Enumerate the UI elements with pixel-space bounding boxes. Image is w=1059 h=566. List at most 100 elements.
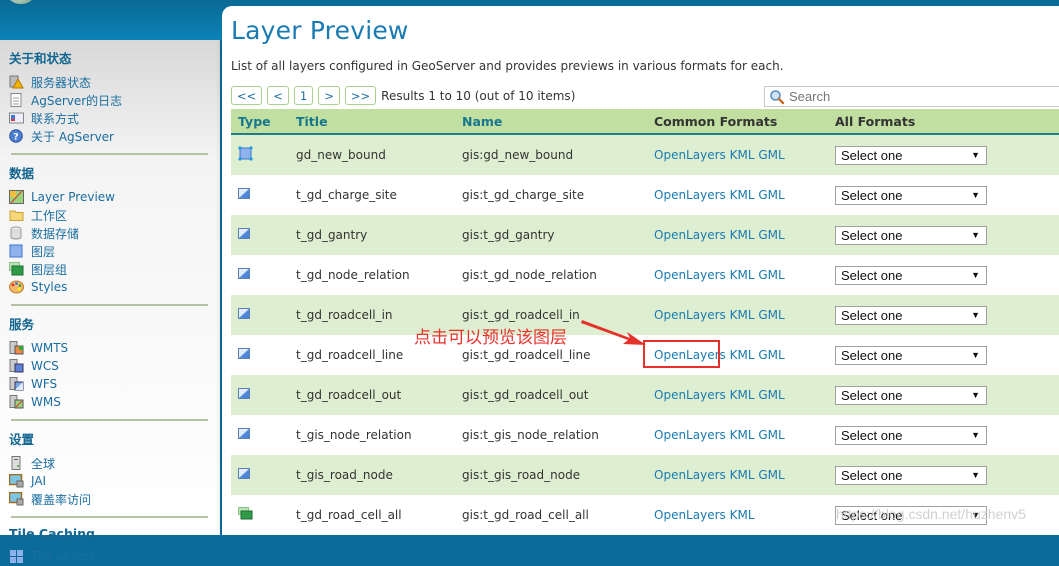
sidebar-item-wms[interactable]: WMS [9,393,210,411]
prev-page-button[interactable]: < [267,86,289,105]
layer-group-icon [238,507,253,520]
select-value: Select one [841,187,903,203]
type-cell [231,267,296,283]
select-value: Select one [841,347,903,363]
kml-link[interactable]: KML [730,308,755,322]
sidebar-item-label: 联系方式 [31,111,80,126]
page-1-button[interactable]: 1 [293,86,314,105]
openlayers-link[interactable]: OpenLayers [654,508,726,522]
openlayers-link[interactable]: OpenLayers [654,308,726,322]
table-row: gd_new_bound gis:gd_new_bound OpenLayers K… [231,135,1059,175]
search-input[interactable] [789,89,1039,104]
gml-link[interactable]: GML [758,308,784,322]
sidebar-item-label: 图层组 [31,262,68,277]
openlayers-link[interactable]: OpenLayers [654,468,726,482]
openlayers-link[interactable]: OpenLayers [654,268,726,282]
sidebar-item[interactable]: 图层组 [9,260,210,278]
sidebar-section-heading: Tile Caching [9,526,95,541]
sidebar-item[interactable]: 图层 [9,242,210,260]
all-formats-select[interactable]: Select one ▼ [835,345,987,365]
sidebar-item[interactable]: 数据存储 [9,224,210,242]
column-header-name[interactable]: Name [462,114,654,129]
sidebar-item-label: 覆盖率访问 [31,492,92,507]
column-header-type[interactable]: Type [231,114,296,129]
dropdown-arrow-icon: ▼ [971,150,980,160]
server-status-icon [9,75,24,89]
layer-title: t_gd_roadcell_out [296,388,402,402]
gml-link[interactable]: GML [758,228,784,242]
layer-title: t_gd_road_cell_all [296,508,402,522]
kml-link[interactable]: KML [730,508,755,522]
common-formats-cell: OpenLayers KML GML [654,308,835,322]
annotation-arrow-icon [581,320,646,345]
openlayers-link[interactable]: OpenLayers [654,388,726,402]
gml-link[interactable]: GML [758,268,784,282]
sidebar-item[interactable]: 全球 [9,454,210,472]
layer-name: gis:t_gis_road_node [462,468,581,482]
all-formats-select[interactable]: Select one ▼ [835,305,987,325]
sidebar-item-jai[interactable]: JAI [8,472,210,490]
sidebar-item-agserver[interactable]: AgServer的日志 [9,91,210,109]
kml-link[interactable]: KML [730,468,755,482]
kml-link[interactable]: KML [730,388,755,402]
geoserver-logo-icon[interactable] [8,0,34,4]
sidebar-item[interactable]: 服务器状态 [9,73,210,91]
first-page-button[interactable]: << [231,86,263,105]
kml-link[interactable]: KML [730,188,755,202]
log-document-icon [9,93,24,107]
kml-link[interactable]: KML [730,228,755,242]
gml-link[interactable]: GML [758,388,784,402]
kml-link[interactable]: KML [730,428,755,442]
table-row: t_gis_node_relation gis:t_gis_node_relati… [231,415,1059,455]
sidebar-section: 数据 Layer Preview 工作区 数据存储 图层图层组 Styles [0,155,220,306]
sidebar-item-tile-layers[interactable]: Tile Layers [9,547,210,565]
sidebar-item[interactable]: 联系方式 [9,109,210,127]
dropdown-arrow-icon: ▼ [971,230,980,240]
search-box[interactable] [764,86,1059,107]
layer-name: gis:t_gd_gantry [462,228,555,242]
kml-link[interactable]: KML [730,148,755,162]
sidebar-item-styles[interactable]: Styles [9,278,210,296]
all-formats-select[interactable]: Select one ▼ [835,385,987,405]
raster-layer-icon [238,347,250,359]
raster-layer-icon [238,267,250,279]
last-page-button[interactable]: >> [344,86,377,105]
gml-link[interactable]: GML [758,148,784,162]
gml-link[interactable]: GML [758,348,784,362]
layer-name: gis:gd_new_bound [462,148,574,162]
kml-link[interactable]: KML [730,268,755,282]
openlayers-link[interactable]: OpenLayers [654,148,726,162]
all-formats-select[interactable]: Select one ▼ [835,265,987,285]
raster-layer-icon [238,187,250,199]
sidebar-item[interactable]: 覆盖率访问 [8,490,210,508]
gml-link[interactable]: GML [758,468,784,482]
openlayers-link[interactable]: OpenLayers [654,228,726,242]
dropdown-arrow-icon: ▼ [971,470,980,480]
sidebar-item-label: 全球 [31,456,56,471]
all-formats-select[interactable]: Select one ▼ [835,145,987,165]
sidebar-item[interactable]: 工作区 [9,206,210,224]
layer-title: t_gis_node_relation [296,428,412,442]
all-formats-select[interactable]: Select one ▼ [835,225,987,245]
openlayers-link[interactable]: OpenLayers [654,188,726,202]
openlayers-link[interactable]: OpenLayers [654,428,726,442]
kml-link[interactable]: KML [730,348,755,362]
all-formats-select[interactable]: Select one ▼ [835,185,987,205]
sidebar-item-wfs[interactable]: WFS [9,375,210,393]
sidebar-item-agserver[interactable]: ? 关于 AgServer [9,127,210,145]
sidebar-item-wcs[interactable]: WCS [9,357,210,375]
layer-name: gis:t_gd_node_relation [462,268,597,282]
all-formats-select[interactable]: Select one ▼ [835,465,987,485]
gml-link[interactable]: GML [758,188,784,202]
sidebar-item-label: WMTS [31,341,69,355]
raster-layer-icon [238,227,250,239]
next-page-button[interactable]: > [318,86,340,105]
sidebar-section-heading: 数据 [9,166,35,181]
sidebar-item-layer-preview[interactable]: Layer Preview [9,188,210,206]
common-formats-cell: OpenLayers KML [654,508,835,522]
sidebar-item-wmts[interactable]: WMTS [9,339,210,357]
global-settings-icon [9,456,24,470]
all-formats-select[interactable]: Select one ▼ [835,425,987,445]
gml-link[interactable]: GML [758,428,784,442]
column-header-title[interactable]: Title [296,114,462,129]
